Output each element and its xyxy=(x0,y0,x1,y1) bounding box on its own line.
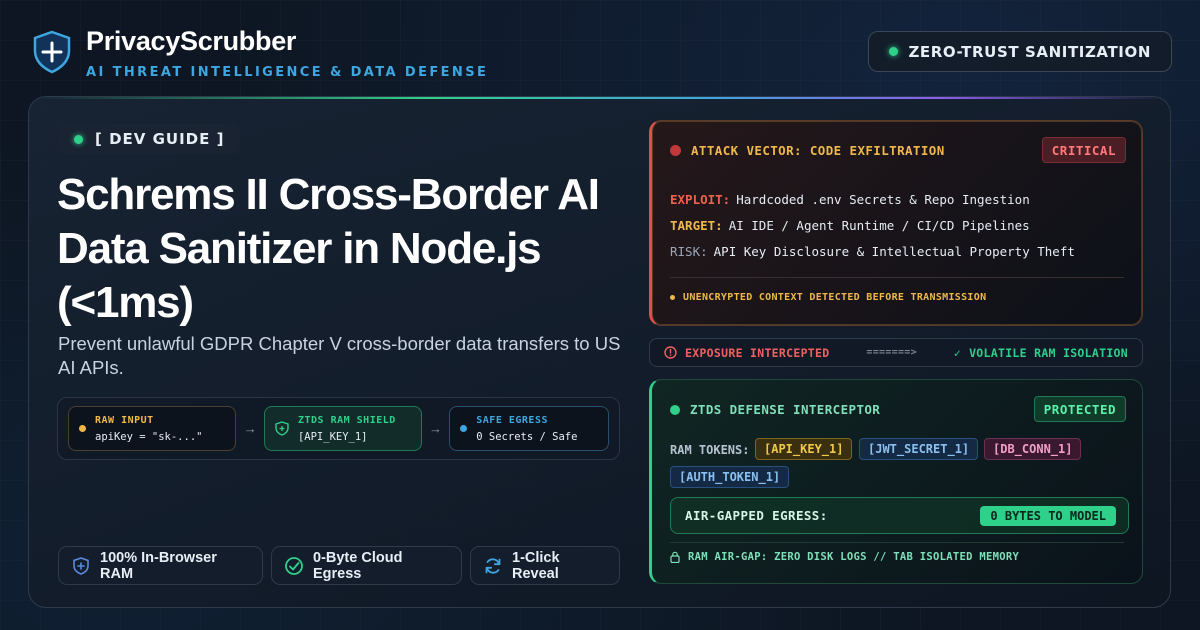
card-accent-line xyxy=(29,97,1170,99)
attack-footer-label: UNENCRYPTED CONTEXT DETECTED BEFORE TRAN… xyxy=(683,292,987,303)
risk-key: RISK: xyxy=(670,244,708,259)
brand-text: PrivacyScrubber AI THREAT INTELLIGENCE &… xyxy=(86,26,488,80)
dev-guide-pill: [ DEV GUIDE ] xyxy=(58,124,241,154)
arrow-right-icon: → xyxy=(429,421,442,436)
safe-egress-label: SAFE EGRESS xyxy=(476,414,548,426)
exploit-key: EXPLOIT: xyxy=(670,192,731,207)
safe-egress-dot-icon xyxy=(460,425,468,432)
attack-target-line: TARGET: AI IDE / Agent Runtime / CI/CD Pi… xyxy=(670,218,1030,233)
alert-circle-icon xyxy=(664,346,677,359)
target-value: AI IDE / Agent Runtime / CI/CD Pipelines xyxy=(728,218,1030,233)
air-gapped-egress: AIR-GAPPED EGRESS: 0 BYTES TO MODEL xyxy=(670,497,1129,534)
page-title: Schrems II Cross-Border AI Data Sanitize… xyxy=(57,170,600,327)
raw-input-label: RAW INPUT xyxy=(95,414,154,426)
page-subtitle: Prevent unlawful GDPR Chapter V cross-bo… xyxy=(58,333,621,378)
shield-icon xyxy=(275,421,289,436)
exposure-intercepted: EXPOSURE INTERCEPTED xyxy=(664,346,829,360)
brand-tagline: AI THREAT INTELLIGENCE & DATA DEFENSE xyxy=(86,65,489,80)
warning-dot-icon xyxy=(670,295,675,300)
critical-badge: CRITICAL xyxy=(1041,137,1126,163)
defense-interceptor-card: ZTDS DEFENSE INTERCEPTOR PROTECTED RAM T… xyxy=(649,379,1143,584)
status-dot-icon xyxy=(889,47,899,56)
target-key: TARGET: xyxy=(670,218,723,233)
attack-footer: UNENCRYPTED CONTEXT DETECTED BEFORE TRAN… xyxy=(670,292,986,303)
risk-value: API Key Disclosure & Intellectual Proper… xyxy=(713,244,1075,259)
ram-shield-value: [API_KEY_1] xyxy=(297,430,368,443)
pipeline-safe-egress: SAFE EGRESS 0 Secrets / Safe xyxy=(449,406,609,451)
volatile-ram-label: VOLATILE RAM ISOLATION xyxy=(969,345,1128,360)
check-circle-icon xyxy=(285,556,303,575)
protected-badge: PROTECTED xyxy=(1033,396,1126,422)
token-auth: [AUTH_TOKEN_1] xyxy=(670,466,790,488)
attack-exploit-line: EXPLOIT: Hardcoded .env Secrets & Repo In… xyxy=(670,192,1030,207)
flow-arrow: =======> xyxy=(866,347,917,358)
token-db-conn: [DB_CONN_1] xyxy=(984,438,1082,460)
shield-plus-icon xyxy=(33,30,71,74)
ram-shield-label: ZTDS RAM SHIELD xyxy=(297,414,396,426)
feature-label: 1-Click Reveal xyxy=(512,549,560,582)
attack-title-label: ATTACK VECTOR: CODE EXFILTRATION xyxy=(691,143,945,158)
alert-dot-icon xyxy=(670,145,681,156)
pipeline-raw-input: RAW INPUT apiKey = "sk-..." xyxy=(68,406,237,451)
raw-input-value: apiKey = "sk-..." xyxy=(95,430,203,443)
feature-chip-in-browser-ram: 100% In-Browser RAM xyxy=(58,546,263,585)
defense-footer: RAM AIR-GAP: ZERO DISK LOGS // TAB ISOLA… xyxy=(670,551,1019,563)
dev-guide-label: [ DEV GUIDE ] xyxy=(95,130,225,148)
status-pill-label: ZERO-TRUST SANITIZATION xyxy=(908,42,1151,61)
safe-egress-value: 0 Secrets / Safe xyxy=(476,430,578,443)
dev-guide-dot-icon xyxy=(74,134,83,144)
attack-risk-line: RISK: API Key Disclosure & Intellectual P… xyxy=(670,244,1075,259)
divider xyxy=(670,542,1124,543)
attack-title: ATTACK VECTOR: CODE EXFILTRATION xyxy=(670,143,945,158)
defense-dot-icon xyxy=(670,404,680,415)
egress-value: 0 BYTES TO MODEL xyxy=(980,505,1116,526)
exploit-value: Hardcoded .env Secrets & Repo Ingestion xyxy=(736,192,1030,207)
lock-icon xyxy=(670,551,680,563)
divider xyxy=(670,277,1124,278)
feature-label: 0-Byte Cloud Egress xyxy=(313,549,403,582)
token-jwt-secret: [JWT_SECRET_1] xyxy=(859,438,979,460)
defense-title: ZTDS DEFENSE INTERCEPTOR xyxy=(670,402,880,417)
brand: PrivacyScrubber AI THREAT INTELLIGENCE &… xyxy=(32,26,488,80)
exposure-intercepted-label: EXPOSURE INTERCEPTED xyxy=(685,345,830,360)
feature-chip-cloud-egress: 0-Byte Cloud Egress xyxy=(271,546,462,585)
ram-tokens-label: RAM TOKENS: xyxy=(670,443,750,457)
feature-chip-one-click-reveal: 1-Click Reveal xyxy=(470,546,620,585)
refresh-icon xyxy=(485,557,501,574)
token-api-key: [API_KEY_1] xyxy=(755,438,853,460)
feature-label: 100% In-Browser RAM xyxy=(100,549,217,582)
pipeline-ram-shield: ZTDS RAM SHIELD [API_KEY_1] xyxy=(263,406,422,451)
raw-input-dot-icon xyxy=(79,425,86,432)
intercept-bar: EXPOSURE INTERCEPTED =======> ✓ VOLATILE… xyxy=(649,338,1143,367)
brand-name: PrivacyScrubber xyxy=(86,26,297,56)
attack-vector-card: ATTACK VECTOR: CODE EXFILTRATION CRITICA… xyxy=(649,120,1143,326)
check-icon: ✓ xyxy=(953,345,962,360)
status-pill: ZERO-TRUST SANITIZATION xyxy=(868,31,1172,72)
egress-label: AIR-GAPPED EGRESS: xyxy=(685,508,828,523)
arrow-right-icon: → xyxy=(243,421,257,436)
shield-plus-icon xyxy=(73,556,89,575)
defense-title-label: ZTDS DEFENSE INTERCEPTOR xyxy=(690,402,881,417)
volatile-ram-isolation: ✓ VOLATILE RAM ISOLATION xyxy=(954,346,1128,360)
defense-footer-label: RAM AIR-GAP: ZERO DISK LOGS // TAB ISOLA… xyxy=(688,551,1020,563)
sanitization-pipeline: RAW INPUT apiKey = "sk-..." → ZTDS RAM S… xyxy=(57,397,620,460)
